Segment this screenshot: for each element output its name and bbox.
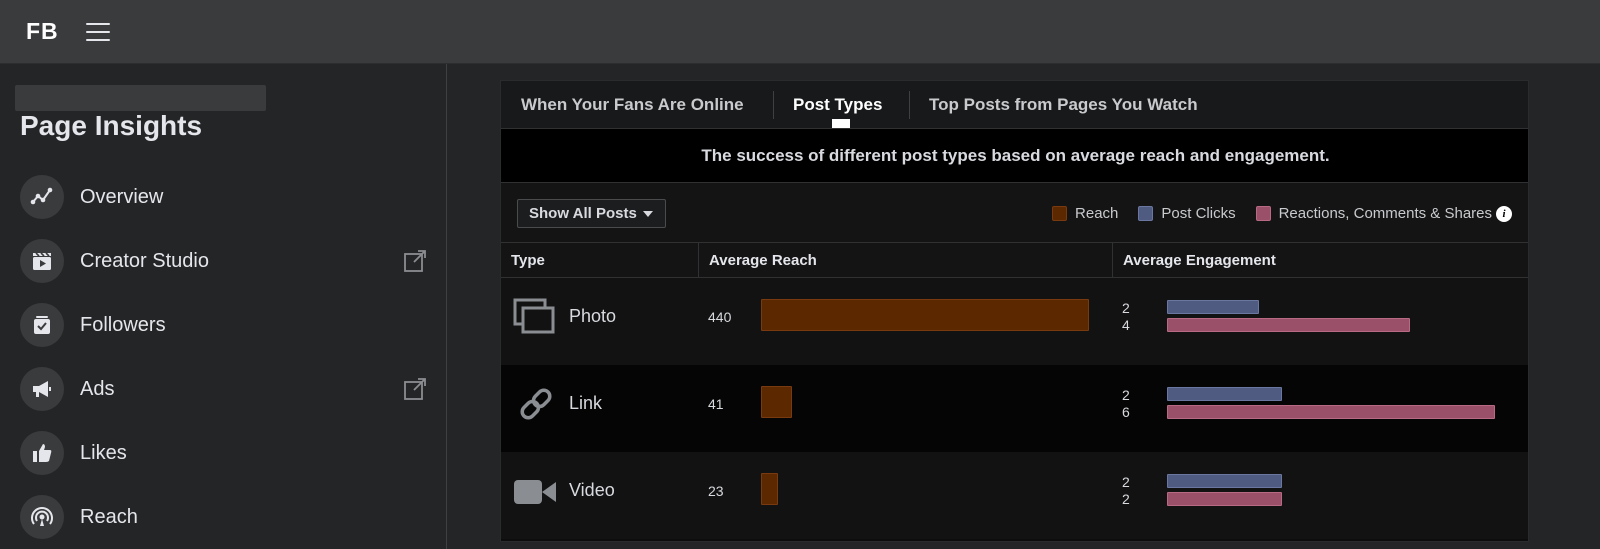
show-posts-dropdown[interactable]: Show All Posts [517, 199, 666, 228]
sidebar-nav: Overview Creator Studio Followers Ads Li… [0, 165, 446, 549]
legend-item-post-clicks: Post Clicks [1138, 205, 1236, 222]
legend-swatch [1052, 206, 1068, 221]
sidebar: Page Insights Overview Creator Studio Fo… [0, 64, 447, 549]
page-name-placeholder [15, 85, 266, 111]
megaphone-icon [20, 367, 64, 411]
average-reach-value: 23 [708, 483, 724, 499]
thumbs-up-icon [20, 431, 64, 475]
reactions-bar[interactable] [1167, 405, 1495, 419]
post-clicks-value: 2 [1122, 387, 1130, 403]
sidebar-item-likes[interactable]: Likes [0, 421, 446, 485]
sidebar-item-overview[interactable]: Overview [0, 165, 446, 229]
reach-bar[interactable] [761, 299, 1089, 331]
average-reach-value: 41 [708, 396, 724, 412]
reach-bar[interactable] [761, 386, 792, 418]
legend-item-reactions: Reactions, Comments & Shares i [1255, 205, 1512, 222]
external-link-icon[interactable] [403, 377, 427, 401]
post-clicks-value: 2 [1122, 300, 1130, 316]
table-header: Type Average Reach Average Engagement [501, 243, 1528, 278]
tab-post-types[interactable]: Post Types [793, 95, 882, 115]
legend-item-reach: Reach [1052, 205, 1118, 222]
tab-when-fans-online[interactable]: When Your Fans Are Online [521, 95, 744, 115]
hamburger-menu-icon[interactable] [86, 20, 112, 44]
sidebar-item-label: Reach [80, 505, 138, 528]
column-header-average-reach[interactable]: Average Reach [698, 243, 1112, 278]
sidebar-item-label: Likes [80, 441, 127, 464]
post-clicks-bar[interactable] [1167, 474, 1282, 488]
post-clicks-value: 2 [1122, 474, 1130, 490]
post-clicks-bar[interactable] [1167, 300, 1259, 314]
post-type-label: Link [569, 393, 603, 413]
page-title: Page Insights [20, 110, 203, 141]
post-type-label: Photo [569, 306, 617, 326]
engagement-values: 2 2 [1122, 474, 1130, 508]
reactions-value: 4 [1122, 317, 1130, 333]
legend-swatch [1138, 206, 1154, 221]
sidebar-item-label: Ads [80, 377, 115, 400]
tab-divider [909, 91, 910, 119]
dropdown-label: Show All Posts [529, 205, 637, 222]
reactions-bar[interactable] [1167, 492, 1282, 506]
sidebar-item-label: Followers [80, 313, 166, 336]
caret-down-icon [642, 211, 653, 218]
legend-label: Reactions, Comments & Shares [1278, 205, 1492, 222]
panel-description: The success of different post types base… [501, 129, 1528, 183]
legend-label: Reach [1075, 205, 1119, 222]
overview-icon [20, 175, 64, 219]
column-header-type[interactable]: Type [501, 243, 698, 278]
engagement-values: 2 6 [1122, 387, 1130, 421]
post-type-label: Video [569, 480, 615, 500]
reactions-value: 2 [1122, 491, 1130, 507]
average-reach-value: 440 [708, 309, 732, 325]
sidebar-item-label: Creator Studio [80, 249, 209, 272]
reach-icon [20, 495, 64, 539]
brand-logo[interactable]: FB [26, 18, 59, 45]
link-icon [520, 388, 552, 420]
post-types-panel: When Your Fans Are Online Post Types Top… [500, 80, 1529, 542]
sidebar-item-creator-studio[interactable]: Creator Studio [0, 229, 446, 293]
external-link-icon[interactable] [403, 249, 427, 273]
tab-divider [773, 91, 774, 119]
tab-top-posts[interactable]: Top Posts from Pages You Watch [929, 95, 1198, 115]
legend-swatch [1255, 206, 1271, 221]
controls-bar: Show All Posts Reach Post Clicks Reactio… [501, 183, 1528, 243]
table-row[interactable]: Link 41 2 6 [501, 365, 1528, 452]
engagement-values: 2 4 [1122, 300, 1130, 334]
reach-bar[interactable] [761, 473, 778, 505]
chart-legend: Reach Post Clicks Reactions, Comments & … [1032, 205, 1512, 222]
table-row[interactable]: Photo 440 2 4 [501, 278, 1528, 365]
reactions-value: 6 [1122, 404, 1130, 420]
info-icon[interactable]: i [1496, 205, 1512, 222]
sidebar-item-reach[interactable]: Reach [0, 485, 446, 549]
sidebar-item-followers[interactable]: Followers [0, 293, 446, 357]
insights-tabs: When Your Fans Are Online Post Types Top… [501, 81, 1528, 129]
active-tab-indicator [832, 119, 850, 128]
sidebar-item-ads[interactable]: Ads [0, 357, 446, 421]
sidebar-item-label: Overview [80, 185, 164, 208]
column-header-average-engagement[interactable]: Average Engagement [1112, 243, 1528, 278]
top-bar: FB [0, 0, 1600, 64]
post-clicks-bar[interactable] [1167, 387, 1282, 401]
reactions-bar[interactable] [1167, 318, 1410, 332]
creator-studio-icon [20, 239, 64, 283]
legend-label: Post Clicks [1161, 205, 1236, 222]
video-icon [514, 480, 556, 504]
followers-icon [20, 303, 64, 347]
photo-icon [513, 298, 555, 334]
table-row[interactable]: Video 23 2 2 [501, 452, 1528, 539]
